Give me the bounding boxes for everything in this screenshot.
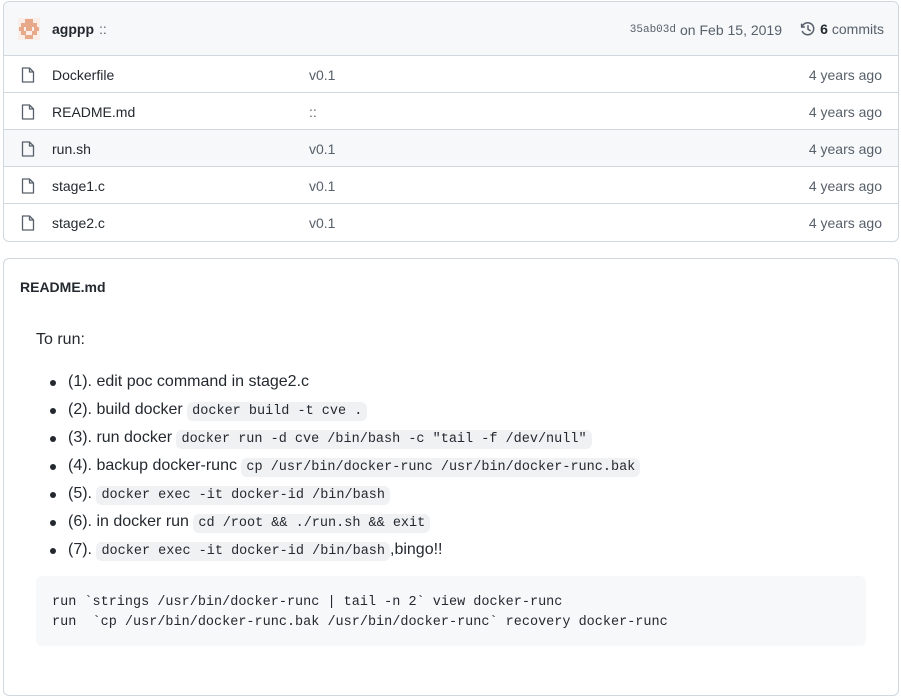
file-row[interactable]: stage1.c v0.1 4 years ago <box>4 167 898 204</box>
file-age: 4 years ago <box>808 67 882 83</box>
bullet-icon <box>50 548 56 554</box>
list-item: (3). run docker docker run -d cve /bin/b… <box>36 427 868 455</box>
readme-box: README.md To run: (1). edit poc command … <box>3 258 899 696</box>
bullet-icon <box>50 380 56 386</box>
file-row[interactable]: Dockerfile v0.1 4 years ago <box>4 56 898 93</box>
bullet-icon <box>50 520 56 526</box>
avatar[interactable] <box>18 18 40 40</box>
file-commit-message[interactable]: v0.1 <box>309 215 335 231</box>
readme-code-block: run `strings /usr/bin/docker-runc | tail… <box>36 576 866 646</box>
file-age: 4 years ago <box>808 104 882 120</box>
commit-count: 6 <box>820 21 828 37</box>
code-line: run `strings /usr/bin/docker-runc | tail… <box>52 595 563 610</box>
file-icon <box>21 215 35 231</box>
bullet-icon <box>50 492 56 498</box>
list-item: (4). backup docker-runc cp /usr/bin/dock… <box>36 455 868 483</box>
step-text: (1). edit poc command in stage2.c <box>68 373 310 390</box>
file-icon <box>21 141 35 157</box>
readme-title[interactable]: README.md <box>20 279 106 295</box>
file-icon <box>21 67 35 83</box>
readme-body: To run: (1). edit poc command in stage2.… <box>36 331 868 567</box>
file-row[interactable]: run.sh v0.1 4 years ago <box>4 130 898 167</box>
file-commit-message[interactable]: v0.1 <box>309 178 335 194</box>
commit-history-link[interactable]: 6 commits <box>800 21 884 37</box>
commit-message[interactable]: :: <box>99 21 107 37</box>
file-name[interactable]: stage1.c <box>52 178 105 194</box>
bullet-icon <box>50 464 56 470</box>
step-code: cd /root && ./run.sh && exit <box>193 514 431 533</box>
file-row[interactable]: stage2.c v0.1 4 years ago <box>4 204 898 241</box>
step-code: docker build -t cve . <box>187 402 368 421</box>
step-text: (3). run docker <box>68 429 177 446</box>
file-age: 4 years ago <box>808 178 882 194</box>
step-code: docker exec -it docker-id /bin/bash <box>96 486 390 505</box>
step-text: (4). backup docker-runc <box>68 457 242 474</box>
step-text: (2). build docker <box>68 401 188 418</box>
file-name[interactable]: README.md <box>52 104 135 120</box>
commit-date: on Feb 15, 2019 <box>680 22 782 38</box>
file-commit-message[interactable]: v0.1 <box>309 67 335 83</box>
list-item: (7). docker exec -it docker-id /bin/bash… <box>36 539 868 567</box>
list-item: (6). in docker run cd /root && ./run.sh … <box>36 511 868 539</box>
step-code: docker exec -it docker-id /bin/bash <box>96 542 390 561</box>
step-code: cp /usr/bin/docker-runc /usr/bin/docker-… <box>241 458 641 477</box>
latest-commit-bar: agppp :: 35ab03d on Feb 15, 2019 6 commi… <box>4 2 898 56</box>
file-age: 4 years ago <box>808 215 882 231</box>
commit-author[interactable]: agppp <box>52 21 94 37</box>
file-icon <box>21 178 35 194</box>
commit-count-label: commits <box>831 21 884 37</box>
step-text: (5). <box>68 485 97 502</box>
commit-sha[interactable]: 35ab03d <box>630 24 676 36</box>
bullet-icon <box>50 408 56 414</box>
file-icon <box>21 104 35 120</box>
file-row[interactable]: README.md :: 4 years ago <box>4 93 898 130</box>
bullet-icon <box>50 436 56 442</box>
list-item: (2). build docker docker build -t cve . <box>36 399 868 427</box>
step-text: (7). <box>68 541 97 558</box>
file-name[interactable]: stage2.c <box>52 215 105 231</box>
file-commit-message[interactable]: :: <box>309 104 317 120</box>
file-age: 4 years ago <box>808 141 882 157</box>
step-code: docker run -d cve /bin/bash -c "tail -f … <box>176 430 592 449</box>
readme-steps-list: (1). edit poc command in stage2.c (2). b… <box>36 371 868 567</box>
file-name[interactable]: Dockerfile <box>52 67 114 83</box>
step-text: (6). in docker run <box>68 513 194 530</box>
step-suffix: ,bingo!! <box>390 541 443 558</box>
file-name[interactable]: run.sh <box>52 141 91 157</box>
list-item: (5). docker exec -it docker-id /bin/bash <box>36 483 868 511</box>
readme-intro: To run: <box>36 331 85 348</box>
code-line: run `cp /usr/bin/docker-runc.bak /usr/bi… <box>52 615 668 630</box>
file-list-box: agppp :: 35ab03d on Feb 15, 2019 6 commi… <box>3 1 899 242</box>
list-item: (1). edit poc command in stage2.c <box>36 371 868 399</box>
history-icon <box>800 22 815 36</box>
file-commit-message[interactable]: v0.1 <box>309 141 335 157</box>
